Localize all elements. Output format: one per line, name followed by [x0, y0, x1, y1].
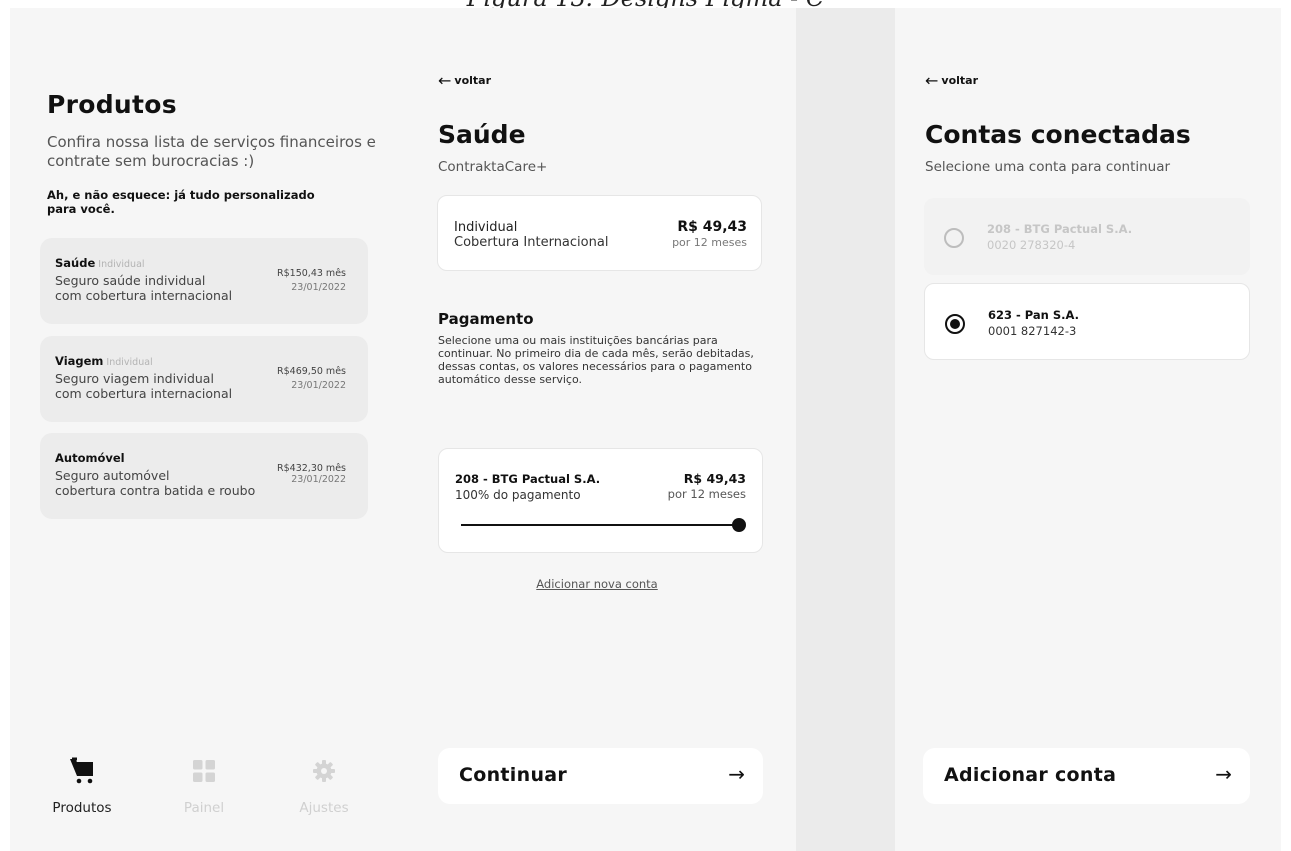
- arrow-left-icon: ←: [925, 70, 939, 90]
- payment-description: Selecione uma ou mais instituições bancá…: [438, 334, 754, 386]
- plan-type: Individual: [454, 220, 518, 235]
- account-price: R$ 49,43: [683, 471, 746, 486]
- page-subtitle: Selecione uma conta para continuar: [925, 159, 1171, 175]
- product-description: Seguro automóvel cobertura contra batida …: [55, 468, 256, 498]
- account-period: por 12 meses: [667, 487, 746, 501]
- screen-saude: ← voltar Saúde ContraktaCare+ Individual…: [398, 8, 796, 851]
- product-description: Seguro viagem individual com cobertura in…: [55, 371, 233, 401]
- product-date: 23/01/2022: [291, 474, 346, 485]
- arrow-left-icon: ←: [438, 70, 452, 90]
- bottom-nav: Produtos Painel Ajustes: [10, 754, 398, 824]
- gear-icon: [279, 754, 369, 788]
- page-title: Saúde: [438, 120, 526, 149]
- product-price: R$432,30 mês: [277, 463, 346, 474]
- product-card-viagem[interactable]: Viagem Individual Seguro viagem individua…: [40, 336, 368, 422]
- page-title: Produtos: [47, 90, 177, 119]
- arrow-right-icon: →: [728, 762, 745, 786]
- payment-slider-track[interactable]: [461, 524, 744, 526]
- grid-icon: [159, 754, 249, 788]
- screen-produtos: Produtos Confira nossa lista de serviços…: [10, 8, 398, 851]
- plan-price: R$ 49,43: [677, 219, 747, 235]
- account-name: 208 - BTG Pactual S.A.: [455, 472, 601, 486]
- payment-title: Pagamento: [438, 310, 534, 328]
- account-option-pan[interactable]: 623 - Pan S.A. 0001 827142-3: [924, 283, 1250, 360]
- account-number: 0001 827142-3: [988, 324, 1077, 338]
- plan-card: Individual Cobertura Internacional R$ 49…: [437, 195, 762, 271]
- product-price: R$469,50 mês: [277, 366, 346, 377]
- product-description: Seguro saúde individual com cobertura int…: [55, 273, 233, 303]
- continue-button[interactable]: Continuar →: [438, 748, 763, 804]
- nav-item-produtos[interactable]: Produtos: [37, 754, 127, 816]
- product-date: 23/01/2022: [291, 282, 346, 293]
- payment-account-card: 208 - BTG Pactual S.A. 100% do pagamento…: [438, 448, 763, 553]
- product-name: Saúde Individual: [55, 256, 145, 270]
- radio-selected[interactable]: [945, 314, 965, 334]
- product-date: 23/01/2022: [291, 380, 346, 391]
- add-account-button[interactable]: Adicionar conta →: [923, 748, 1250, 804]
- product-tag: Individual: [98, 259, 145, 270]
- product-card-saude[interactable]: Saúde Individual Seguro saúde individual c…: [40, 238, 368, 324]
- back-button[interactable]: ← voltar: [925, 70, 978, 90]
- product-price: R$150,43 mês: [277, 268, 346, 279]
- screen-contas-conectadas: ← voltar Contas conectadas Selecione uma…: [895, 8, 1281, 851]
- payment-slider-handle[interactable]: [732, 518, 746, 532]
- nav-item-ajustes[interactable]: Ajustes: [279, 754, 369, 816]
- account-option-btg[interactable]: 208 - BTG Pactual S.A. 0020 278320-4: [924, 198, 1250, 275]
- cart-icon: [37, 754, 127, 788]
- radio-dot: [950, 319, 960, 329]
- radio-unselected[interactable]: [944, 228, 964, 248]
- product-name: Viagem Individual: [55, 354, 153, 368]
- account-name: 208 - BTG Pactual S.A.: [987, 222, 1133, 236]
- plan-period: por 12 meses: [672, 236, 747, 249]
- account-name: 623 - Pan S.A.: [988, 308, 1079, 322]
- page-title: Contas conectadas: [925, 120, 1191, 149]
- screen-divider: [796, 8, 895, 851]
- nav-item-painel[interactable]: Painel: [159, 754, 249, 816]
- figure-caption: Figura 13: Designs Figma - C: [0, 0, 1291, 12]
- account-percent: 100% do pagamento: [455, 488, 581, 502]
- back-button[interactable]: ← voltar: [438, 70, 491, 90]
- page-subtitle: Confira nossa lista de serviços financei…: [47, 133, 376, 170]
- page-subtitle: ContraktaCare+: [438, 159, 548, 175]
- add-account-link[interactable]: Adicionar nova conta: [398, 577, 796, 591]
- product-name: Automóvel: [55, 451, 125, 465]
- product-card-automovel[interactable]: Automóvel Seguro automóvel cobertura cont…: [40, 433, 368, 519]
- plan-coverage: Cobertura Internacional: [454, 235, 609, 250]
- product-tag: Individual: [106, 357, 153, 368]
- personalized-note: Ah, e não esquece: já tudo personalizado…: [47, 188, 315, 216]
- account-number: 0020 278320-4: [987, 238, 1076, 252]
- arrow-right-icon: →: [1215, 762, 1232, 786]
